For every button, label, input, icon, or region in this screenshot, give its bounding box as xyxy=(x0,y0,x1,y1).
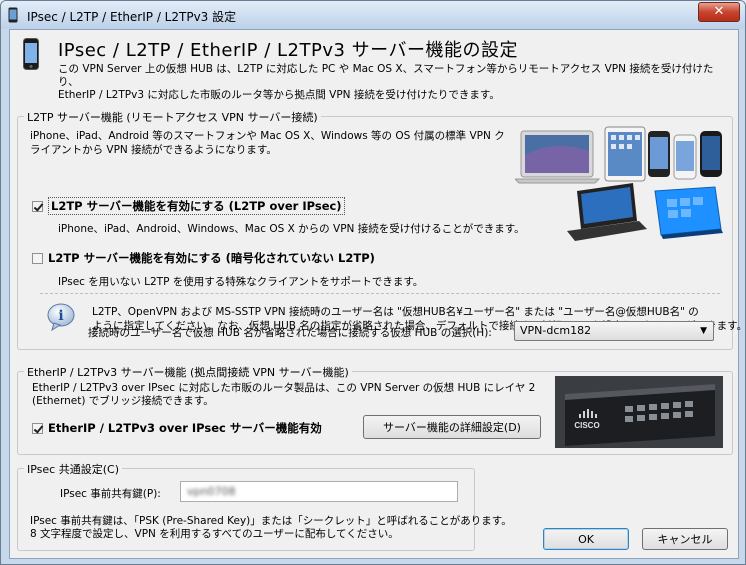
cisco-router-image: CISCO xyxy=(555,376,723,448)
psk-note: IPsec 事前共有鍵は、「PSK (Pre-Shared Key)」または「シ… xyxy=(30,515,512,541)
etherip-desc-line1: EtherIP / L2TPv3 over IPsec に対応した市販のルータ製… xyxy=(32,382,536,394)
l2tp-ipsec-checkbox-label[interactable]: L2TP サーバー機能を有効にする (L2TP over IPsec) xyxy=(48,197,345,215)
l2tp-ipsec-checkbox-row[interactable]: L2TP サーバー機能を有効にする (L2TP over IPsec) xyxy=(32,197,345,215)
window-title: IPsec / L2TP / EtherIP / L2TPv3 設定 xyxy=(27,10,237,24)
default-hub-select[interactable]: VPN-dcm182 ▼ xyxy=(514,321,714,341)
windows-laptop-image xyxy=(567,183,647,241)
etherip-checkbox-row[interactable]: EtherIP / L2TPv3 over IPsec サーバー機能有効 xyxy=(32,420,322,436)
title-bar[interactable]: IPsec / L2TP / EtherIP / L2TPv3 設定 ✕ xyxy=(1,1,745,29)
psk-input[interactable]: vpn0708 xyxy=(180,481,458,502)
info-icon: i xyxy=(47,303,75,332)
dialog-window: IPsec / L2TP / EtherIP / L2TPv3 設定 ✕ IPs… xyxy=(0,0,746,565)
l2tp-divider xyxy=(40,293,720,294)
l2tp-group-label: L2TP サーバー機能 (リモートアクセス VPN サーバー接続) xyxy=(24,109,321,125)
l2tp-intro-line1: iPhone、iPad、Android 等のスマートフォンや Mac OS X、… xyxy=(30,130,505,142)
l2tp-intro-line2: ライアントから VPN 接続ができるようになります。 xyxy=(30,144,277,156)
etherip-group: EtherIP / L2TPv3 サーバー機能 (拠点間接続 VPN サーバー機… xyxy=(17,364,733,455)
l2tp-raw-checkbox-label[interactable]: L2TP サーバー機能を有効にする (暗号化されていない L2TP) xyxy=(48,250,375,266)
etherip-checkbox-label[interactable]: EtherIP / L2TPv3 over IPsec サーバー機能有効 xyxy=(48,420,322,436)
l2tp-raw-checkbox-row[interactable]: L2TP サーバー機能を有効にする (暗号化されていない L2TP) xyxy=(32,250,375,266)
android-phone-image xyxy=(700,131,722,177)
close-icon: ✕ xyxy=(713,4,725,19)
ipad-image xyxy=(604,126,646,182)
l2tp-ipsec-checkbox[interactable] xyxy=(32,200,43,212)
smartphone-icon xyxy=(23,38,39,70)
close-button[interactable]: ✕ xyxy=(698,2,740,22)
svg-text:i: i xyxy=(58,308,63,324)
psk-note-line1: IPsec 事前共有鍵は、「PSK (Pre-Shared Key)」または「シ… xyxy=(30,515,512,527)
detail-settings-button[interactable]: サーバー機能の詳細設定(D) xyxy=(363,415,541,439)
hub-select-label: 接続時のユーザー名で仮想 HUB 名が省略された場合に接続する仮想 HUB の選… xyxy=(88,327,492,339)
psk-input-value: vpn0708 xyxy=(187,485,236,498)
ok-button-label: OK xyxy=(578,532,594,546)
dialog-client-area: IPsec / L2TP / EtherIP / L2TPv3 サーバー機能の設… xyxy=(9,29,745,559)
phone-app-icon xyxy=(8,7,18,23)
header-desc-line2: EtherIP / L2TPv3 に対応した市販のルータ等から拠点間 VPN 接… xyxy=(58,89,500,101)
etherip-desc-line2: (Ethernet) でブリッジ接続できます。 xyxy=(32,395,214,407)
detail-settings-button-label: サーバー機能の詳細設定(D) xyxy=(383,421,521,434)
cancel-button-label: キャンセル xyxy=(657,533,713,546)
l2tp-group: L2TP サーバー機能 (リモートアクセス VPN サーバー接続) iPhone… xyxy=(17,109,745,350)
devices-illustration xyxy=(515,126,723,241)
cisco-logo-text: CISCO xyxy=(574,421,599,430)
page-title: IPsec / L2TP / EtherIP / L2TPv3 サーバー機能の設… xyxy=(58,40,519,61)
ipsec-common-group-label: IPsec 共通設定(C) xyxy=(24,461,122,477)
ok-button[interactable]: OK xyxy=(543,528,629,550)
default-hub-select-value: VPN-dcm182 xyxy=(520,324,592,337)
username-info-line1: L2TP、OpenVPN および MS-SSTP VPN 接続時のユーザー名は … xyxy=(92,306,699,318)
l2tp-ipsec-description: iPhone、iPad、Android、Windows、Mac OS X からの… xyxy=(58,223,525,235)
iphone-image xyxy=(648,131,697,180)
l2tp-raw-description: IPsec を用いない L2TP を使用する特殊なクライアントをサポートできます… xyxy=(58,276,424,288)
etherip-description: EtherIP / L2TPv3 over IPsec に対応した市販のルータ製… xyxy=(32,382,535,408)
l2tp-raw-checkbox[interactable] xyxy=(32,252,43,264)
header-desc-line1: この VPN Server 上の仮想 HUB は、L2TP に対応した PC や… xyxy=(58,63,714,88)
cancel-button[interactable]: キャンセル xyxy=(642,528,728,550)
psk-label: IPsec 事前共有鍵(P): xyxy=(60,488,161,500)
header-description: この VPN Server 上の仮想 HUB は、L2TP に対応した PC や… xyxy=(58,63,718,102)
windows-tablet-image xyxy=(654,186,723,239)
etherip-group-label: EtherIP / L2TPv3 サーバー機能 (拠点間接続 VPN サーバー機… xyxy=(24,364,352,380)
macbook-image xyxy=(515,130,601,184)
ipsec-common-group: IPsec 共通設定(C) IPsec 事前共有鍵(P): vpn0708 IP… xyxy=(17,461,512,551)
psk-note-line2: 8 文字程度で設定し、VPN を利用するすべてのユーザーに配布してください。 xyxy=(30,528,399,540)
etherip-checkbox[interactable] xyxy=(32,422,43,434)
l2tp-intro: iPhone、iPad、Android 等のスマートフォンや Mac OS X、… xyxy=(30,129,505,157)
chevron-down-icon: ▼ xyxy=(700,326,707,336)
